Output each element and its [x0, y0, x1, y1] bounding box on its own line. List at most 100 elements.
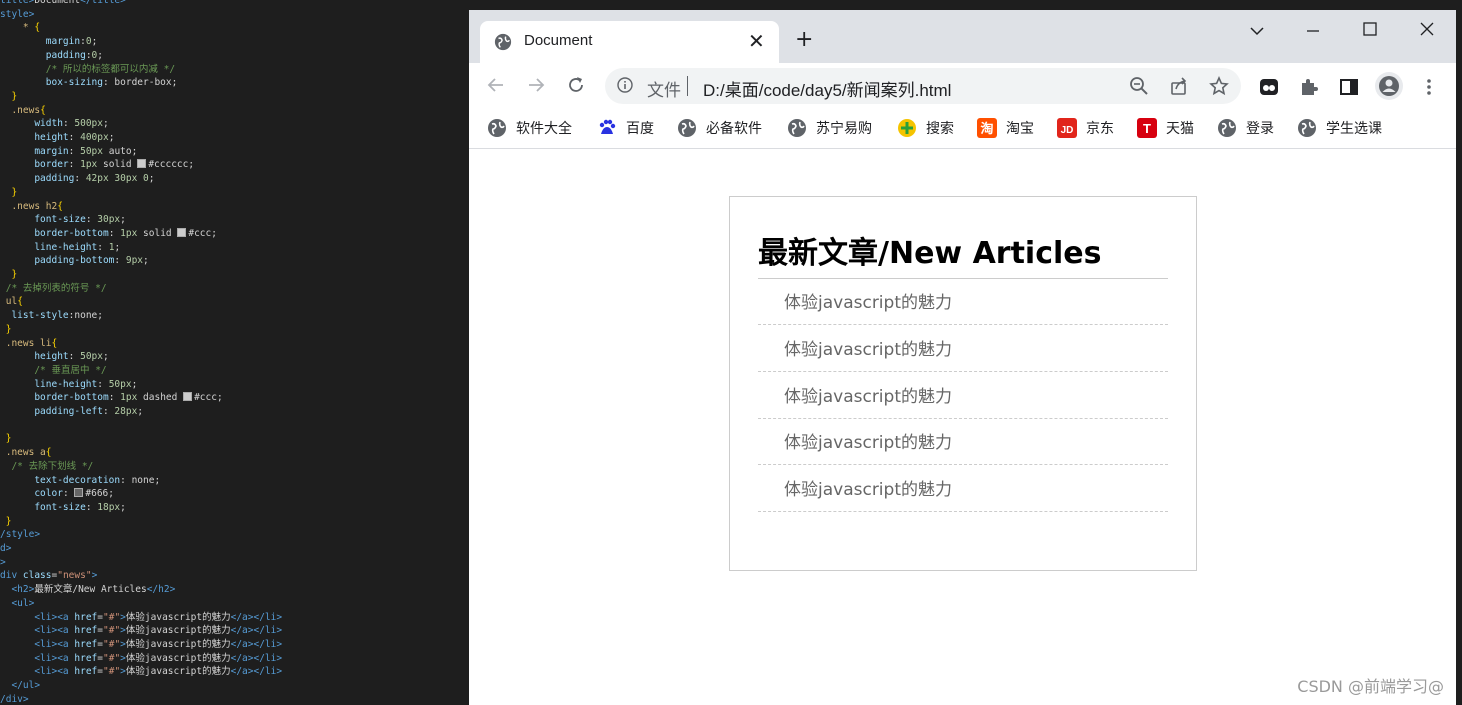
- code-token: /* 去除下划线 */: [11, 460, 94, 472]
- extension-icon[interactable]: [1259, 77, 1279, 97]
- code-line: border: 1px solid #cccccc;: [0, 158, 194, 172]
- maximize-button[interactable]: [1355, 19, 1385, 43]
- code-token: ;: [120, 214, 126, 226]
- zoom-icon[interactable]: [1129, 76, 1149, 96]
- article-link[interactable]: 体验javascript的魅力: [784, 433, 952, 453]
- code-token: {: [45, 447, 52, 459]
- code-token: href: [74, 666, 98, 678]
- bookmark-item[interactable]: 必备软件: [677, 117, 762, 139]
- code-line: border-bottom: 1px solid #ccc;: [0, 227, 217, 241]
- page-viewport: 最新文章/New Articles 体验javascript的魅力 体验javas…: [469, 149, 1456, 705]
- star-icon[interactable]: [1209, 76, 1229, 96]
- article-link[interactable]: 体验javascript的魅力: [784, 480, 952, 500]
- close-icon[interactable]: ✕: [748, 29, 765, 53]
- list-item: 体验javascript的魅力: [758, 419, 1168, 466]
- code-token: :: [85, 501, 98, 513]
- bookmark-item[interactable]: 登录: [1217, 117, 1274, 139]
- tab-title: Document: [524, 32, 593, 49]
- baidu-icon: [597, 118, 617, 138]
- code-token: /* 所以的标签都可以内减 */: [45, 63, 176, 75]
- close-window-button[interactable]: [1412, 19, 1442, 43]
- code-line: padding-left: 28px;: [0, 405, 143, 419]
- reload-icon[interactable]: [564, 75, 588, 99]
- code-token: d>: [0, 543, 12, 554]
- code-line: }: [0, 323, 12, 337]
- bookmarks-bar: 软件大全 百度 必备软件 苏宁易购 搜索 淘淘宝 JD 京东 T 天猫 登录 学生选课: [469, 110, 1456, 149]
- code-token: padding-bottom: [34, 255, 115, 267]
- code-line: margin: 50px auto;: [0, 145, 137, 159]
- code-token: href: [74, 652, 98, 664]
- code-token: :: [108, 392, 121, 404]
- code-token: <ul>: [11, 597, 35, 609]
- bookmark-item[interactable]: 淘淘宝: [977, 117, 1034, 139]
- tab-document[interactable]: Document ✕: [480, 21, 779, 63]
- code-token: : border-box;: [102, 77, 178, 89]
- code-token: auto;: [103, 145, 138, 157]
- share-icon[interactable]: [1169, 76, 1189, 96]
- news-box: 最新文章/New Articles 体验javascript的魅力 体验javas…: [729, 196, 1197, 571]
- new-tab-button[interactable]: +: [795, 29, 813, 51]
- url-text[interactable]: D:/桌面/code/day5/新闻案列.html: [703, 76, 951, 101]
- forward-arrow-icon[interactable]: [524, 75, 548, 99]
- code-line: .news li{: [0, 337, 58, 351]
- address-bar[interactable]: 文件 D:/桌面/code/day5/新闻案列.html: [605, 68, 1241, 104]
- code-token: ;: [148, 173, 155, 185]
- code-token: :: [97, 378, 109, 390]
- code-line: height: 50px;: [0, 350, 108, 364]
- code-token: border-bottom: [34, 392, 109, 404]
- chevron-down-icon[interactable]: [1242, 19, 1272, 43]
- bookmark-item[interactable]: 学生选课: [1297, 117, 1382, 139]
- person-icon: [1379, 76, 1399, 96]
- side-panel-icon[interactable]: [1339, 77, 1359, 97]
- code-line: margin:0;: [0, 35, 98, 49]
- back-arrow-icon[interactable]: [484, 75, 508, 99]
- code-token: </a></li>: [230, 611, 283, 623]
- code-token: ;: [143, 255, 149, 267]
- article-link[interactable]: 体验javascript的魅力: [784, 387, 952, 407]
- code-line: width: 500px;: [0, 117, 108, 131]
- code-token: font-size: [34, 501, 86, 513]
- code-token: 体验javascript的魅力: [125, 652, 231, 664]
- code-token: :: [68, 351, 81, 363]
- bookmark-item[interactable]: 苏宁易购: [787, 117, 872, 139]
- code-token: :: [114, 255, 126, 267]
- article-link[interactable]: 体验javascript的魅力: [784, 293, 952, 313]
- code-token: 28px: [114, 406, 138, 417]
- code-token: padding: [45, 49, 86, 61]
- browser-toolbar: 文件 D:/桌面/code/day5/新闻案列.html: [469, 63, 1456, 110]
- search-logo-icon: [897, 118, 917, 138]
- minimize-button[interactable]: [1298, 19, 1328, 43]
- bookmark-item[interactable]: 百度: [597, 117, 654, 139]
- code-token: {: [17, 296, 23, 308]
- bookmark-item[interactable]: 软件大全: [487, 117, 572, 139]
- code-line: * {: [0, 21, 40, 35]
- puzzle-icon[interactable]: [1299, 77, 1319, 97]
- bookmark-item[interactable]: JD 京东: [1057, 117, 1114, 139]
- info-icon[interactable]: [617, 77, 633, 93]
- code-token: 1px: [80, 159, 98, 171]
- code-token: :: [62, 488, 75, 500]
- code-token: #ccc;: [194, 392, 223, 404]
- code-token: :: [85, 214, 98, 226]
- code-line: div class="news">: [0, 569, 97, 583]
- profile-avatar[interactable]: [1375, 72, 1403, 100]
- code-editor[interactable]: title>Document</title> style> * { margin:…: [0, 0, 469, 705]
- bookmark-item[interactable]: 搜索: [897, 117, 954, 139]
- bookmark-item[interactable]: T 天猫: [1137, 117, 1194, 139]
- code-line: border-bottom: 1px dashed #ccc;: [0, 391, 223, 405]
- article-link[interactable]: 体验javascript的魅力: [784, 340, 952, 360]
- code-token: line-height: [34, 241, 98, 253]
- code-token: "#": [103, 611, 121, 623]
- more-menu-icon[interactable]: [1419, 77, 1439, 97]
